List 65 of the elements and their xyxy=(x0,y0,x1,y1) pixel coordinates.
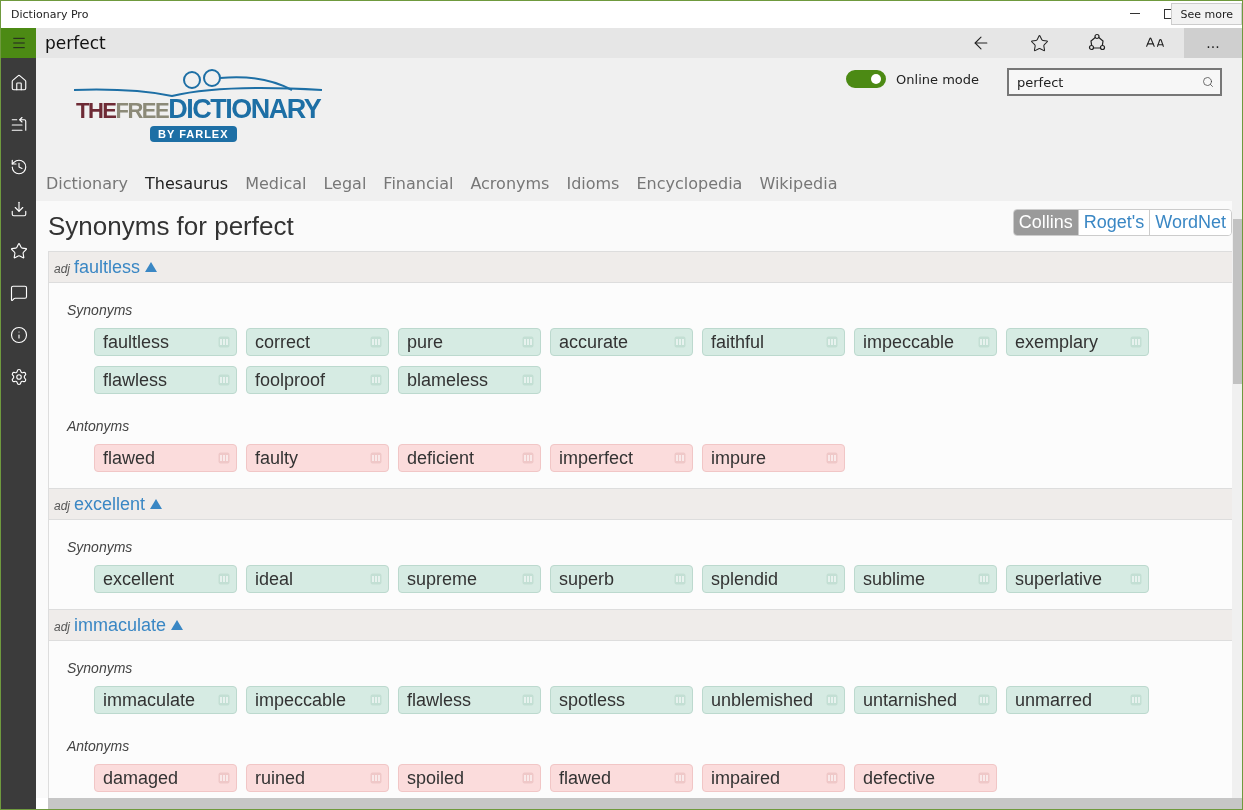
category-tab[interactable]: Dictionary xyxy=(46,174,129,193)
antonym-chip[interactable]: flawed xyxy=(550,764,693,792)
category-tab[interactable]: Financial xyxy=(383,174,454,193)
synonym-chip[interactable]: impeccable xyxy=(246,686,389,714)
synonym-chip[interactable]: pure xyxy=(398,328,541,356)
synonym-chip[interactable]: untarnished xyxy=(854,686,997,714)
synonym-chip[interactable]: supreme xyxy=(398,565,541,593)
antonym-chip[interactable]: damaged xyxy=(94,764,237,792)
synonym-chip[interactable]: faultless xyxy=(94,328,237,356)
synonym-chip[interactable]: immaculate xyxy=(94,686,237,714)
category-tab[interactable]: Medical xyxy=(245,174,307,193)
antonym-chip[interactable]: ruined xyxy=(246,764,389,792)
synonym-chip[interactable]: foolproof xyxy=(246,366,389,394)
toggle-label: Online mode xyxy=(896,71,979,87)
synonym-chip[interactable]: ideal xyxy=(246,565,389,593)
synonym-chip[interactable]: superb xyxy=(550,565,693,593)
antonym-chip[interactable]: impure xyxy=(702,444,845,472)
part-of-speech: adj xyxy=(54,261,70,276)
synonym-chip[interactable]: flawless xyxy=(94,366,237,394)
logo-text: FREE xyxy=(115,100,169,122)
logo-text: THE xyxy=(76,100,116,122)
synonym-chip[interactable]: impeccable xyxy=(854,328,997,356)
antonym-chip[interactable]: deficient xyxy=(398,444,541,472)
antonym-chip[interactable]: imperfect xyxy=(550,444,693,472)
part-of-speech: adj xyxy=(54,498,70,513)
category-tab[interactable]: Wikipedia xyxy=(759,174,838,193)
window-title: Dictionary Pro xyxy=(11,8,89,21)
category-tab[interactable]: Thesaurus xyxy=(145,174,229,193)
logo-byline: BY FARLEX xyxy=(150,126,237,142)
synonym-chip[interactable]: exemplary xyxy=(1006,328,1149,356)
part-of-speech: adj xyxy=(54,619,70,634)
category-tab[interactable]: Encyclopedia xyxy=(636,174,743,193)
page-heading: Synonyms for perfect xyxy=(48,210,294,242)
antonym-chip[interactable]: defective xyxy=(854,764,997,792)
antonym-chip[interactable]: flawed xyxy=(94,444,237,472)
logo-text: DICTIONARY xyxy=(168,96,321,123)
synonym-chip[interactable]: splendid xyxy=(702,565,845,593)
source-tab[interactable]: WordNet xyxy=(1149,209,1231,235)
synonym-chip[interactable]: excellent xyxy=(94,565,237,593)
synonym-chip[interactable]: faithful xyxy=(702,328,845,356)
group-label: Antonyms xyxy=(67,737,131,755)
group-label: Antonyms xyxy=(67,417,131,435)
category-tab[interactable]: Acronyms xyxy=(470,174,550,193)
synonym-chip[interactable]: blameless xyxy=(398,366,541,394)
synonym-chip[interactable]: unblemished xyxy=(702,686,845,714)
synonym-chip[interactable]: flawless xyxy=(398,686,541,714)
antonym-chip[interactable]: faulty xyxy=(246,444,389,472)
group-label: Synonyms xyxy=(67,659,134,677)
search-field[interactable]: perfect xyxy=(1007,68,1222,96)
category-tab[interactable]: Idioms xyxy=(566,174,620,193)
synonym-chip[interactable]: spotless xyxy=(550,686,693,714)
synonym-chip[interactable]: unmarred xyxy=(1006,686,1149,714)
query-title: perfect xyxy=(45,33,107,53)
more-button[interactable]: ... xyxy=(1184,28,1242,58)
synonym-chip[interactable]: correct xyxy=(246,328,389,356)
group-label: Synonyms xyxy=(67,538,134,556)
synonym-chip[interactable]: superlative xyxy=(1006,565,1149,593)
antonym-chip[interactable]: impaired xyxy=(702,764,845,792)
antonym-chip[interactable]: spoiled xyxy=(398,764,541,792)
synonym-chip[interactable]: sublime xyxy=(854,565,997,593)
source-tab[interactable]: Roget's xyxy=(1077,209,1150,235)
category-tab[interactable]: Legal xyxy=(323,174,367,193)
group-label: Synonyms xyxy=(67,301,134,319)
synonym-chip[interactable]: accurate xyxy=(550,328,693,356)
tooltip: See more xyxy=(1171,3,1242,25)
